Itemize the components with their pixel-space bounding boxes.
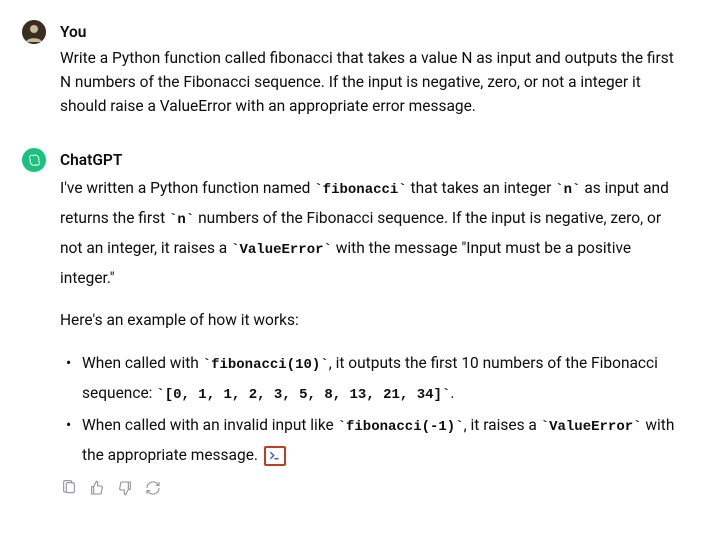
code-valueerror: `ValueError`: [231, 242, 332, 258]
user-content: You Write a Python function called fibon…: [60, 20, 680, 118]
text: When called with: [82, 354, 203, 372]
code-call: `fibonacci(-1)`: [338, 419, 464, 435]
text: When called with an invalid input like: [82, 416, 338, 434]
thumbs-up-icon[interactable]: [88, 479, 106, 497]
text: , it raises a: [464, 416, 541, 434]
user-author: You: [60, 20, 680, 44]
user-body: Write a Python function called fibonacci…: [60, 46, 680, 118]
list-item: When called with `fibonacci(10)`, it out…: [64, 349, 680, 409]
assistant-author: ChatGPT: [60, 148, 680, 172]
code-call: `fibonacci(10)`: [203, 357, 329, 373]
user-text: Write a Python function called fibonacci…: [60, 46, 680, 118]
clipboard-icon[interactable]: [60, 479, 78, 497]
code-n: `n`: [555, 182, 580, 198]
user-message: You Write a Python function called fibon…: [22, 20, 680, 118]
assistant-message: ChatGPT I've written a Python function n…: [22, 148, 680, 497]
message-actions: [60, 479, 680, 497]
code-n: `n`: [169, 212, 194, 228]
assistant-para-1: I've written a Python function named `fi…: [60, 174, 680, 292]
assistant-body: I've written a Python function named `fi…: [60, 174, 680, 497]
assistant-avatar: [22, 148, 46, 172]
list-item: When called with an invalid input like `…: [64, 411, 680, 470]
text: that takes an integer: [407, 179, 556, 197]
code-valueerror: `ValueError`: [541, 419, 642, 435]
terminal-icon[interactable]: [264, 446, 286, 466]
refresh-icon[interactable]: [144, 479, 162, 497]
assistant-para-2: Here's an example of how it works:: [60, 306, 680, 335]
thumbs-down-icon[interactable]: [116, 479, 134, 497]
user-avatar: [22, 20, 46, 44]
assistant-content: ChatGPT I've written a Python function n…: [60, 148, 680, 497]
assistant-bullet-list: When called with `fibonacci(10)`, it out…: [60, 349, 680, 469]
text: I've written a Python function named: [60, 179, 314, 197]
code-fibonacci: `fibonacci`: [314, 182, 406, 198]
code-output: `[0, 1, 1, 2, 3, 5, 8, 13, 21, 34]`: [156, 387, 450, 403]
text: .: [450, 384, 454, 402]
